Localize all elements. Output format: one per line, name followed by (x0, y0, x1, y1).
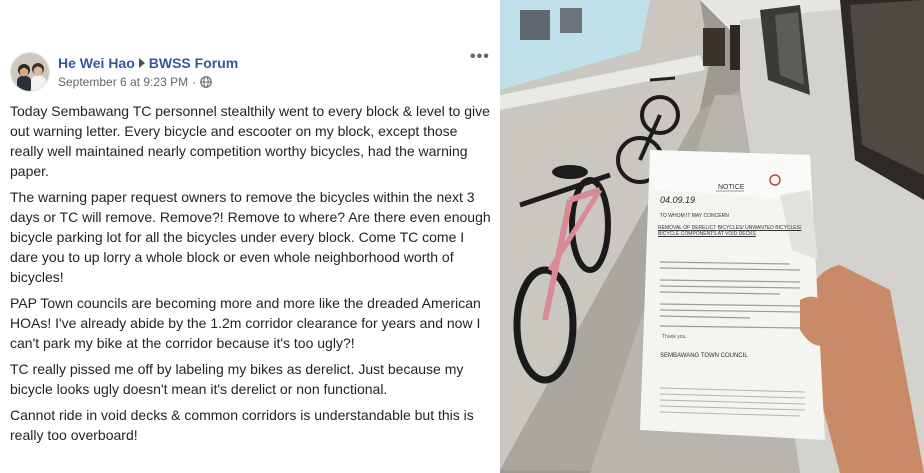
corridor-photo: NOTICE 04.09.19 TO WHOM IT MAY CONCERN R… (500, 0, 924, 473)
notice-signature-text: SEMBAWANG TOWN COUNCIL (660, 353, 748, 359)
avatar-photo-icon (11, 53, 49, 91)
facebook-post: He Wei Hao BWSS Forum September 6 at 9:23… (0, 0, 500, 473)
post-photo[interactable]: NOTICE 04.09.19 TO WHOM IT MAY CONCERN R… (500, 0, 924, 473)
post-body: Today Sembawang TC personnel stealthily … (10, 101, 494, 451)
post-meta: September 6 at 9:23 PM · (58, 75, 212, 89)
notice-title-text: NOTICE (718, 184, 745, 191)
post-header: He Wei Hao BWSS Forum September 6 at 9:23… (10, 51, 490, 93)
post-paragraph: Today Sembawang TC personnel stealthily … (10, 103, 490, 179)
group-name-link[interactable]: BWSS Forum (149, 55, 238, 71)
avatar[interactable] (10, 52, 50, 92)
notice-thanks-text: Thank you. (662, 334, 687, 340)
post-timestamp-link[interactable]: September 6 at 9:23 PM (58, 75, 188, 89)
post-paragraph: Cannot ride in void decks & common corri… (10, 407, 474, 443)
right-triangle-icon (138, 58, 145, 68)
post-paragraph: The warning paper request owners to remo… (10, 189, 491, 285)
more-options-button[interactable]: ••• (470, 49, 490, 65)
notice-subject-wrapper: REMOVAL OF DERELICT BICYCLES/ UNWANTED B… (658, 225, 802, 237)
post-paragraph: PAP Town councils are becoming more and … (10, 295, 481, 351)
notice-date-text: 04.09.19 (660, 195, 695, 205)
notice-salutation-text: TO WHOM IT MAY CONCERN (660, 213, 729, 219)
meta-separator: · (192, 75, 197, 89)
post-author-line: He Wei Hao BWSS Forum (58, 55, 238, 71)
globe-icon[interactable] (200, 76, 212, 88)
post-paragraph: TC really pissed me off by labeling my b… (10, 361, 464, 397)
author-name-link[interactable]: He Wei Hao (58, 55, 135, 71)
notice-subject-text: REMOVAL OF DERELICT BICYCLES/ UNWANTED B… (658, 225, 802, 237)
